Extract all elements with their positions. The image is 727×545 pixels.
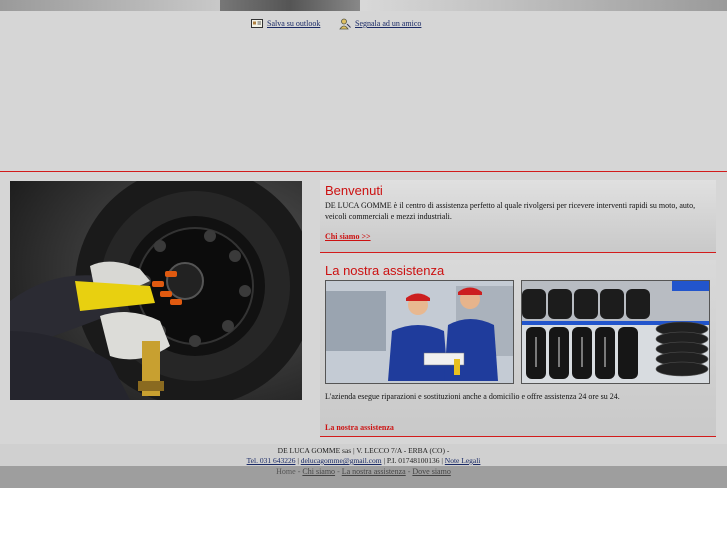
person-icon: [339, 18, 351, 30]
footer-address: DE LUCA GOMME sas | V. LECCO 7/A - ERBA …: [277, 446, 450, 455]
footer-legal-link[interactable]: Note Legali: [445, 456, 481, 465]
welcome-title: Benvenuti: [325, 183, 383, 198]
tell-friend-link[interactable]: Segnala ad un amico: [339, 18, 422, 30]
tires-rack-photo: [521, 280, 710, 384]
assistance-link[interactable]: La nostra assistenza: [325, 423, 394, 432]
mechanics-photo: [325, 280, 514, 384]
nav-dove-siamo[interactable]: Dove siamo: [412, 467, 450, 476]
nav-assistenza[interactable]: La nostra assistenza: [342, 467, 406, 476]
save-outlook-label: Salva su outlook: [267, 19, 321, 28]
footer-tel-link[interactable]: Tel. 031 643226: [247, 456, 296, 465]
assistance-section: La nostra assistenza L'azienda esegue ri…: [320, 260, 716, 437]
top-banner-image: [220, 0, 360, 11]
welcome-text: DE LUCA GOMME è il centro di assistenza …: [325, 201, 696, 221]
welcome-section: Benvenuti DE LUCA GOMME è il centro di a…: [320, 180, 716, 253]
save-outlook-link[interactable]: Salva su outlook: [251, 18, 320, 29]
assistance-text: L'azienda esegue riparazioni e sostituzi…: [325, 392, 620, 401]
tell-friend-label: Segnala ad un amico: [355, 19, 422, 28]
footer: DE LUCA GOMME sas | V. LECCO 7/A - ERBA …: [0, 444, 727, 466]
assistance-title: La nostra assistenza: [325, 263, 445, 278]
tire-repair-photo: [10, 181, 302, 400]
main-content: Benvenuti DE LUCA GOMME è il centro di a…: [0, 172, 727, 444]
nav-chi-siamo[interactable]: Chi siamo: [302, 467, 335, 476]
top-banner-strip: [0, 0, 727, 11]
nav-home[interactable]: Home: [276, 467, 296, 476]
bottom-nav: Home - Chi siamo - La nostra assistenza …: [0, 466, 727, 488]
contact-card-icon: [251, 18, 263, 29]
nav-sep-2: -: [335, 467, 342, 476]
footer-contacts: Tel. 031 643226 | delucagomme@gmail.com …: [0, 456, 727, 466]
header: Salva su outlook Segnala ad un amico: [0, 11, 727, 172]
footer-piva: | P.I. 01748100136 |: [381, 456, 445, 465]
chi-siamo-link[interactable]: Chi siamo >>: [325, 232, 371, 241]
footer-email-link[interactable]: delucagomme@gmail.com: [301, 456, 382, 465]
